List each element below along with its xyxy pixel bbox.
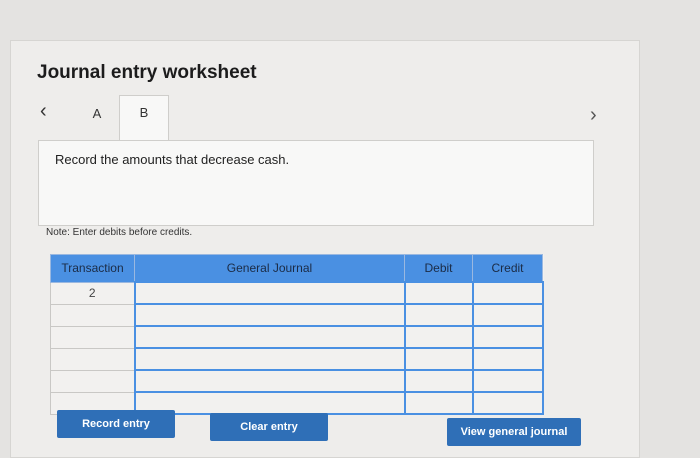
table-row xyxy=(50,303,544,327)
table-row xyxy=(50,325,544,349)
record-entry-button[interactable]: Record entry xyxy=(57,410,175,438)
view-general-journal-button[interactable]: View general journal xyxy=(447,418,581,446)
clear-entry-button[interactable]: Clear entry xyxy=(210,413,328,441)
account-cell[interactable] xyxy=(133,369,406,393)
transaction-cell xyxy=(50,325,135,349)
credit-cell[interactable] xyxy=(471,303,544,327)
header-credit: Credit xyxy=(472,254,543,283)
chevron-right-icon[interactable]: › xyxy=(590,104,597,127)
instruction-text: Record the amounts that decrease cash. xyxy=(55,152,290,167)
account-cell[interactable] xyxy=(133,391,406,415)
tab-a[interactable]: A xyxy=(78,100,116,130)
credit-cell[interactable] xyxy=(471,391,544,415)
page-title: Journal entry worksheet xyxy=(37,62,257,83)
journal-table: Transaction General Journal Debit Credit… xyxy=(50,254,544,415)
debit-cell[interactable] xyxy=(403,281,474,305)
account-cell[interactable] xyxy=(133,347,406,371)
tab-b[interactable]: B xyxy=(119,95,169,141)
credit-cell[interactable] xyxy=(471,347,544,371)
account-cell[interactable] xyxy=(133,303,406,327)
credit-cell[interactable] xyxy=(471,369,544,393)
table-row xyxy=(50,369,544,393)
credit-cell[interactable] xyxy=(471,281,544,305)
credit-cell[interactable] xyxy=(471,325,544,349)
note-text: Note: Enter debits before credits. xyxy=(46,227,193,238)
header-transaction: Transaction xyxy=(50,254,135,283)
debit-cell[interactable] xyxy=(403,347,474,371)
transaction-cell xyxy=(50,303,135,327)
table-row xyxy=(50,347,544,371)
transaction-cell xyxy=(50,347,135,371)
account-cell[interactable] xyxy=(133,281,406,305)
account-cell[interactable] xyxy=(133,325,406,349)
chevron-left-icon[interactable]: ‹ xyxy=(40,100,47,123)
debit-cell[interactable] xyxy=(403,369,474,393)
header-debit: Debit xyxy=(404,254,473,283)
debit-cell[interactable] xyxy=(403,325,474,349)
debit-cell[interactable] xyxy=(403,303,474,327)
transaction-cell: 2 xyxy=(50,281,135,305)
table-row: 2 xyxy=(50,281,544,305)
debit-cell[interactable] xyxy=(403,391,474,415)
header-general-journal: General Journal xyxy=(134,254,405,283)
transaction-cell xyxy=(50,369,135,393)
